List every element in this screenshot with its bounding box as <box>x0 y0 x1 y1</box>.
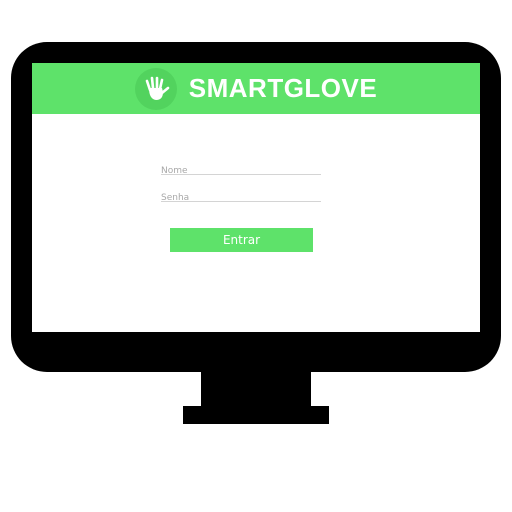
screen: SMARTGLOVE Entrar <box>32 63 480 332</box>
monitor-stand-base <box>183 406 329 424</box>
monitor-stand-neck <box>201 370 311 410</box>
password-input[interactable] <box>161 191 321 205</box>
login-form: Entrar <box>32 63 480 332</box>
name-field-wrapper <box>161 160 321 178</box>
monitor-illustration: SMARTGLOVE Entrar <box>0 0 512 512</box>
password-field-wrapper <box>161 187 321 205</box>
name-input[interactable] <box>161 164 321 178</box>
login-button[interactable]: Entrar <box>170 228 313 252</box>
